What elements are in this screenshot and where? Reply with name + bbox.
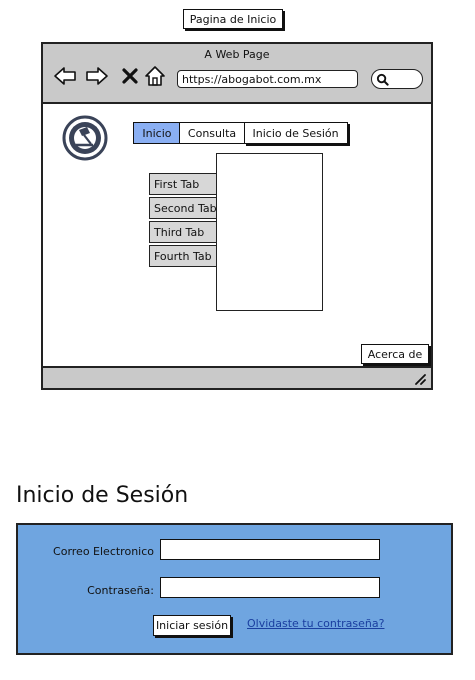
email-label: Correo Electronico bbox=[53, 545, 154, 558]
vertical-tab-first[interactable]: First Tab bbox=[149, 173, 217, 195]
home-icon[interactable] bbox=[143, 64, 167, 88]
resize-icon[interactable] bbox=[413, 372, 427, 386]
nav-tabbar: Inicio Consulta Inicio de Sesión bbox=[133, 122, 348, 144]
tab-content-panel bbox=[216, 153, 323, 311]
email-field[interactable] bbox=[160, 539, 380, 560]
back-icon[interactable] bbox=[53, 64, 77, 88]
browser-search-input[interactable] bbox=[371, 69, 423, 89]
vertical-tab-third[interactable]: Third Tab bbox=[149, 221, 217, 243]
forward-icon[interactable] bbox=[85, 64, 109, 88]
close-icon[interactable] bbox=[118, 64, 142, 88]
browser-statusbar bbox=[43, 366, 431, 388]
browser-window: A Web Page https://abogabot.com.mx Inici… bbox=[41, 42, 433, 390]
acerca-de-button[interactable]: Acerca de bbox=[361, 344, 429, 364]
forgot-password-link[interactable]: Olvidaste tu contraseña? bbox=[247, 617, 384, 630]
vertical-tab-second[interactable]: Second Tab bbox=[149, 197, 217, 219]
password-label: Contraseña: bbox=[87, 584, 154, 597]
pagina-de-inicio-button[interactable]: Pagina de Inicio bbox=[183, 9, 283, 29]
login-title: Inicio de Sesión bbox=[16, 483, 189, 508]
search-icon bbox=[376, 73, 389, 86]
iniciar-sesion-button[interactable]: Iniciar sesión bbox=[153, 615, 231, 636]
tab-consulta[interactable]: Consulta bbox=[178, 122, 246, 144]
browser-title: A Web Page bbox=[204, 48, 270, 61]
url-input[interactable]: https://abogabot.com.mx bbox=[177, 70, 358, 88]
login-form: Correo Electronico Contraseña: Iniciar s… bbox=[16, 523, 453, 655]
vertical-tab-fourth[interactable]: Fourth Tab bbox=[149, 245, 217, 267]
logo-icon bbox=[62, 115, 108, 161]
tab-inicio[interactable]: Inicio bbox=[133, 122, 181, 144]
password-field[interactable] bbox=[160, 577, 380, 598]
tab-inicio-de-sesion[interactable]: Inicio de Sesión bbox=[243, 122, 348, 144]
browser-toolbar: A Web Page https://abogabot.com.mx bbox=[43, 44, 431, 104]
